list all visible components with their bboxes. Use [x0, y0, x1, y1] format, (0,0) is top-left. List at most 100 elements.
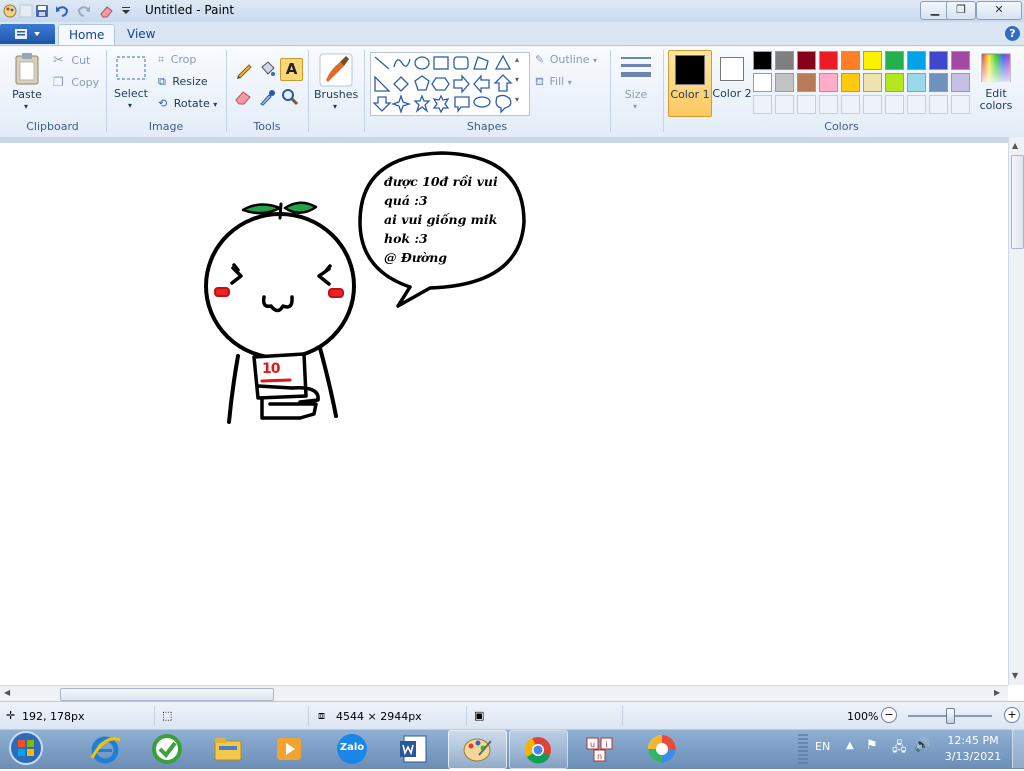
scroll-down-icon[interactable]: ▼ [1012, 671, 1018, 680]
volume-icon[interactable]: 🔊 [914, 738, 930, 753]
eraser-tool[interactable] [233, 87, 253, 107]
brushes-button[interactable]: Brushes ▾ [314, 52, 358, 111]
system-clock[interactable]: 12:45 PM 3/13/2021 [940, 733, 1006, 765]
zoom-slider-thumb[interactable] [946, 708, 955, 724]
close-button[interactable]: ✕ [976, 1, 1022, 20]
eraser-quick-icon[interactable] [98, 3, 114, 19]
paint-app-icon[interactable] [2, 3, 18, 19]
vertical-scrollbar[interactable]: ▲ ▼ [1008, 137, 1024, 685]
horizontal-scrollbar[interactable]: ◀ ▶ [0, 685, 1008, 702]
zoom-in-button[interactable]: + [1004, 707, 1020, 723]
word-icon[interactable] [397, 732, 431, 766]
show-hidden-icons-icon[interactable]: ▲ [846, 740, 854, 751]
custom-color-slot[interactable] [841, 95, 860, 114]
drawing-canvas[interactable]: 10 được 10đ rồi vui quá :3 ai vui giống mi… [0, 143, 1008, 685]
palette-swatch[interactable] [753, 51, 772, 70]
custom-color-slot[interactable] [775, 95, 794, 114]
expand-gallery-icon[interactable]: ▾ [515, 95, 519, 104]
palette-swatch[interactable] [863, 51, 882, 70]
custom-color-slot[interactable] [797, 95, 816, 114]
magnifier-tool[interactable] [280, 87, 300, 107]
maximize-button[interactable]: ❐ [946, 1, 976, 20]
custom-color-slot[interactable] [907, 95, 926, 114]
palette-swatch[interactable] [841, 73, 860, 92]
color1-button[interactable]: Color 1 [668, 50, 712, 117]
save-icon[interactable] [34, 3, 50, 19]
green-app-icon[interactable] [150, 732, 184, 766]
palette-swatch[interactable] [753, 73, 772, 92]
color2-button[interactable]: Color 2 [712, 50, 752, 115]
customize-quick-access-icon[interactable] [118, 3, 134, 19]
undo-icon[interactable] [54, 3, 70, 19]
internet-explorer-icon[interactable] [88, 732, 122, 766]
media-player-icon[interactable] [272, 732, 306, 766]
palette-swatch[interactable] [775, 73, 794, 92]
shapes-scroll[interactable]: ▴ ▾ ▾ [515, 53, 526, 113]
paint-menu-button[interactable] [0, 24, 55, 44]
palette-swatch[interactable] [951, 73, 970, 92]
palette-swatch[interactable] [797, 51, 816, 70]
palette-swatch[interactable] [775, 51, 794, 70]
pencil-tool[interactable] [233, 59, 255, 81]
zoom-out-button[interactable]: − [881, 707, 897, 723]
horizontal-scroll-thumb[interactable] [60, 688, 274, 701]
fill-button[interactable]: ⛾ Fill ▾ [535, 75, 572, 90]
custom-color-slot[interactable] [753, 95, 772, 114]
palette-swatch[interactable] [907, 73, 926, 92]
action-center-flag-icon[interactable]: ⚑ [866, 738, 878, 753]
language-indicator[interactable]: EN [815, 740, 830, 753]
color-app-icon[interactable] [645, 732, 679, 766]
outline-label: Outline [549, 53, 590, 66]
resize-button[interactable]: ⧉ Resize [158, 75, 208, 89]
tab-view[interactable]: View [117, 24, 165, 45]
palette-swatch[interactable] [929, 73, 948, 92]
text-tool[interactable]: A [280, 58, 303, 81]
custom-color-slot[interactable] [863, 95, 882, 114]
network-icon[interactable]: 🖧 [892, 738, 907, 760]
color-picker-tool[interactable] [257, 87, 277, 107]
scroll-up-icon[interactable]: ▲ [1012, 141, 1018, 150]
show-desktop-button[interactable] [1012, 729, 1024, 768]
size-button[interactable]: Size ▾ [617, 52, 655, 111]
custom-color-slot[interactable] [929, 95, 948, 114]
tab-home[interactable]: Home [58, 24, 116, 46]
edit-colors-button[interactable]: Edit colors [976, 52, 1016, 112]
paint-taskbar-button[interactable] [448, 730, 507, 769]
redo-icon[interactable] [76, 3, 92, 19]
custom-color-slot[interactable] [885, 95, 904, 114]
palette-swatch[interactable] [819, 73, 838, 92]
rotate-button[interactable]: ⟲ Rotate ▾ [158, 97, 217, 110]
scroll-right-icon[interactable]: ▶ [994, 688, 1000, 697]
zalo-icon[interactable]: Zalo [335, 732, 369, 766]
palette-swatch[interactable] [885, 73, 904, 92]
select-icon [116, 56, 146, 80]
copy-button[interactable]: ❐ Copy [53, 75, 99, 89]
palette-swatch[interactable] [907, 51, 926, 70]
scroll-left-icon[interactable]: ◀ [4, 688, 10, 697]
file-explorer-icon[interactable] [211, 732, 245, 766]
palette-swatch[interactable] [863, 73, 882, 92]
fill-tool[interactable] [257, 59, 277, 79]
unikey-icon[interactable]: u in [583, 732, 617, 766]
vertical-scroll-thumb[interactable] [1011, 155, 1024, 249]
select-button[interactable]: Select ▾ [114, 55, 148, 110]
palette-swatch[interactable] [885, 51, 904, 70]
cut-button[interactable]: ✂ Cut [53, 53, 90, 68]
custom-color-slot[interactable] [819, 95, 838, 114]
custom-color-slot[interactable] [951, 95, 970, 114]
palette-swatch[interactable] [819, 51, 838, 70]
palette-swatch[interactable] [951, 51, 970, 70]
right-eye [317, 264, 332, 286]
palette-swatch[interactable] [797, 73, 816, 92]
palette-swatch[interactable] [841, 51, 860, 70]
palette-swatch[interactable] [929, 51, 948, 70]
start-button[interactable] [6, 729, 46, 768]
chrome-taskbar-button[interactable] [509, 730, 568, 769]
chevron-up-icon[interactable]: ▴ [515, 55, 519, 64]
taskbar-grip [798, 734, 808, 764]
chevron-down-icon[interactable]: ▾ [515, 75, 519, 84]
crop-button[interactable]: ⌗ Crop [158, 53, 196, 67]
help-icon[interactable]: ? [1005, 26, 1020, 41]
outline-button[interactable]: ✎ Outline ▾ [535, 53, 597, 66]
paste-button[interactable]: Paste ▾ [12, 52, 42, 111]
